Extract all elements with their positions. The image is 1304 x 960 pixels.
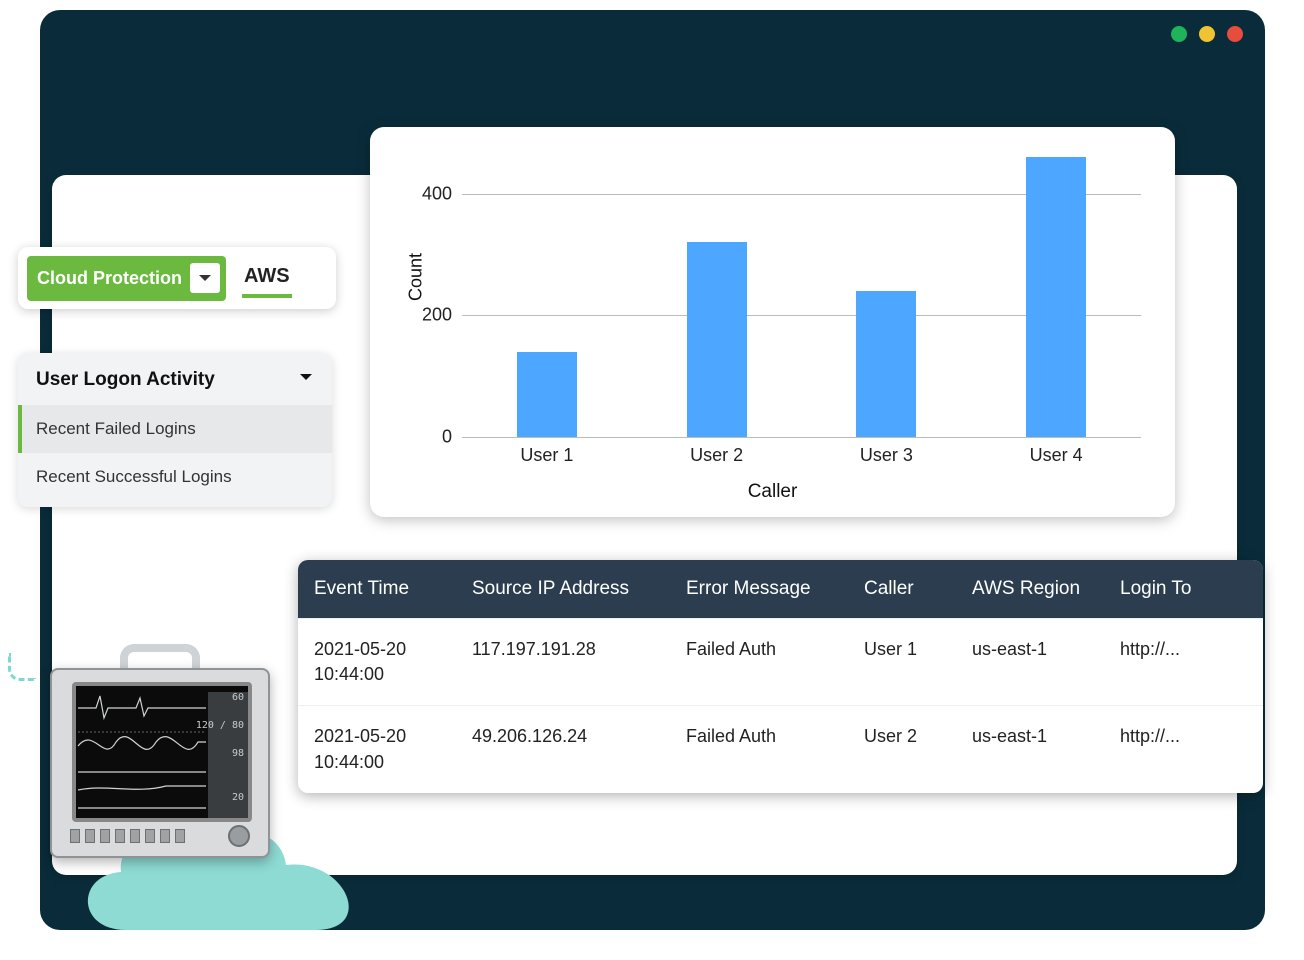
- table-cell: http://...: [1104, 706, 1263, 792]
- events-table: Event TimeSource IP AddressError Message…: [298, 560, 1263, 793]
- monitor-readout: 20: [232, 792, 244, 804]
- table-header-cell: Source IP Address: [456, 560, 670, 618]
- chart-y-tick: 400: [412, 183, 452, 204]
- chevron-down-icon: [190, 263, 220, 293]
- table-header-row: Event TimeSource IP AddressError Message…: [298, 560, 1263, 618]
- chart-x-tick: User 4: [1030, 445, 1083, 466]
- table-header-cell: Error Message: [670, 560, 848, 618]
- chart-gridline: [462, 437, 1141, 438]
- arc-decoration: [8, 653, 36, 681]
- window-maximize-dot[interactable]: [1199, 26, 1215, 42]
- monitor-readout: 98: [232, 748, 244, 760]
- chart-x-tick: User 1: [520, 445, 573, 466]
- sidebar-item[interactable]: Recent Successful Logins: [18, 453, 332, 501]
- window-minimize-dot[interactable]: [1171, 26, 1187, 42]
- chart-plot-area: 0200400: [462, 157, 1141, 437]
- chart-bar: [1026, 157, 1086, 437]
- monitor-readout: 120 / 80: [196, 720, 244, 732]
- sidebar-panel: User Logon Activity Recent Failed Logins…: [18, 353, 332, 507]
- chart-x-tick-labels: User 1 User 2 User 3 User 4: [462, 445, 1141, 466]
- table-cell: Failed Auth: [670, 706, 848, 792]
- table-cell: 49.206.126.24: [456, 706, 670, 792]
- table-cell: User 1: [848, 619, 956, 705]
- monitor-readout: 60: [232, 692, 244, 704]
- chart-y-axis-label: Count: [406, 253, 427, 301]
- chart-x-axis-label: Caller: [370, 481, 1175, 503]
- platform-tab-aws[interactable]: AWS: [242, 259, 292, 298]
- chart-bar: [517, 352, 577, 437]
- table-header-cell: AWS Region: [956, 560, 1104, 618]
- table-row[interactable]: 2021-05-20 10:44:00117.197.191.28Failed …: [298, 618, 1263, 705]
- table-header-cell: Login To: [1104, 560, 1263, 618]
- dropdown-label: Cloud Protection: [37, 268, 182, 289]
- table-cell: us-east-1: [956, 706, 1104, 792]
- chart-x-tick: User 3: [860, 445, 913, 466]
- chart-y-tick: 0: [412, 427, 452, 448]
- table-cell: 117.197.191.28: [456, 619, 670, 705]
- chart-bar: [687, 242, 747, 437]
- sidebar-item[interactable]: Recent Failed Logins: [18, 405, 332, 453]
- protection-selector-card: Cloud Protection AWS: [18, 247, 336, 309]
- table-cell: http://...: [1104, 619, 1263, 705]
- chart-card: Count 0200400 User 1User 2User 3User 4 C…: [370, 127, 1175, 517]
- table-cell: Failed Auth: [670, 619, 848, 705]
- table-header-cell: Event Time: [298, 560, 456, 618]
- sidebar-section-header[interactable]: User Logon Activity: [18, 353, 332, 405]
- table-cell: 2021-05-20 10:44:00: [298, 619, 456, 705]
- medical-monitor-illustration: 60 120 / 80 98 20: [40, 640, 280, 880]
- table-cell: 2021-05-20 10:44:00: [298, 706, 456, 792]
- chart-x-tick: User 2: [690, 445, 743, 466]
- window-controls: [1171, 26, 1243, 42]
- window-close-dot[interactable]: [1227, 26, 1243, 42]
- chart-y-tick: 200: [412, 305, 452, 326]
- chart-bar: [856, 291, 916, 437]
- sidebar-title: User Logon Activity: [36, 369, 215, 391]
- table-header-cell: Caller: [848, 560, 956, 618]
- cloud-protection-dropdown[interactable]: Cloud Protection: [27, 256, 226, 301]
- table-cell: User 2: [848, 706, 956, 792]
- caret-down-icon: [298, 369, 314, 391]
- table-row[interactable]: 2021-05-20 10:44:0049.206.126.24Failed A…: [298, 705, 1263, 792]
- table-cell: us-east-1: [956, 619, 1104, 705]
